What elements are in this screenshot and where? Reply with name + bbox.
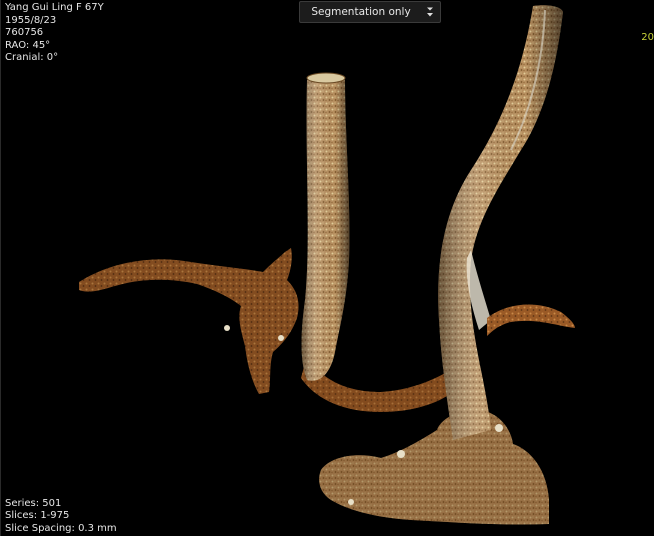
patient-id: 760756 [5, 27, 44, 38]
slice-spacing: Slice Spacing: 0.3 mm [5, 522, 117, 534]
patient-dob: 1955/8/23 [5, 14, 57, 26]
left-branch-vessel [79, 248, 299, 394]
slice-range: Slices: 1-975 [5, 510, 70, 521]
middle-vessel [301, 72, 350, 381]
vessel-3d-rendering[interactable] [1, 0, 654, 536]
rao-angle: RAO: 45° [5, 39, 51, 51]
series-info-overlay: Series: 501 Slices: 1-975 Slice Spacing:… [5, 498, 117, 536]
3d-vessel-viewport[interactable]: Yang Gui Ling F 67Y 1955/8/23 760756 RAO… [0, 0, 654, 536]
right-side-branch [487, 304, 575, 336]
series-number: Series: 501 [5, 497, 62, 509]
patient-name: Yang Gui Ling F 67Y [5, 2, 104, 13]
view-mode-value: Segmentation only [311, 6, 411, 18]
right-vessel [438, 5, 563, 440]
cranial-angle: Cranial: 0° [5, 52, 59, 63]
dropdown-caret-icon [427, 7, 433, 17]
corner-date-text: 20 [641, 32, 654, 43]
view-mode-select[interactable]: Segmentation only [299, 1, 441, 23]
aortic-root [319, 409, 549, 525]
patient-info-overlay: Yang Gui Ling F 67Y 1955/8/23 760756 RAO… [5, 2, 104, 65]
